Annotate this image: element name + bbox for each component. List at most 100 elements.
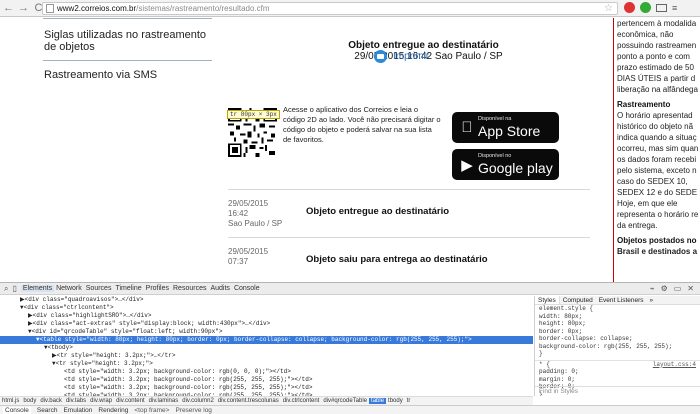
cast-icon[interactable] [656,3,667,12]
google-play-badge[interactable]: ▶ Disponível no Google play [452,149,559,180]
dom-node[interactable]: ▼<div class="ctrlcontent"> [0,304,533,312]
googleplay-small-text: Disponível no [478,152,512,159]
apple-icon:  [456,119,478,136]
devtools-tabs: Elements Network Sources Timeline Profiles Re… [20,285,262,292]
googleplay-big-text: Google play [478,160,553,177]
info-line: Hoje, em que ele [617,199,678,208]
close-icon[interactable]: ✕ [687,284,694,293]
print-icon [374,50,387,63]
event-time: 16:42 [228,209,249,218]
qr-instructions: Acesse o aplicativo dos Correios e leia … [283,105,441,144]
drawer-tab-emulation[interactable]: Emulation [63,407,92,414]
styles-rules: element.style { width: 80px; height: 80p… [535,305,700,396]
find-in-styles-input[interactable]: Find in Styles [535,386,700,396]
breadcrumb-item[interactable]: div.tabs [64,398,88,404]
dom-node[interactable]: <td style="width: 3.2px; background-colo… [0,376,533,384]
style-rule-line: * {layout.css:4 [535,359,700,369]
green-extension-icon[interactable] [640,2,651,13]
breadcrumb-item[interactable]: html.js [0,398,21,404]
drawer-tab-search[interactable]: Search [37,407,58,414]
breadcrumb-item[interactable]: tr [405,398,413,404]
console-toggle-icon[interactable]: ⌁ [650,284,655,293]
print-button[interactable]: Imprimir [374,50,429,63]
page-icon [46,4,54,13]
breadcrumb-item[interactable]: div.wrap [88,398,114,404]
info-line: possuindo rastreamen [617,41,697,50]
info-line: pertencem à modalida [617,19,697,28]
dock-icon[interactable]: ▭ [674,284,682,293]
breadcrumb-item[interactable]: tbody [386,398,405,404]
browser-toolbar: ← → C www2.correios.com.br/sistemas/rast… [0,0,700,17]
forward-button[interactable]: → [17,2,30,15]
drawer-tabs: Console Search Emulation Rendering [3,407,128,414]
dom-tree[interactable]: ▶<div class="quadroavisos">…</div> ▼<div … [0,296,533,396]
dom-node[interactable]: ▼<table style="width: 80px; height: 80px… [0,336,533,344]
info-heading-rastreamento: Rastreamento [617,100,671,109]
info-line: histórico do objeto nã [617,122,694,131]
devtools-panel: ⌕ ▯ Elements Network Sources Timeline Profil… [0,282,700,414]
breadcrumb-item[interactable]: div.back [38,398,64,404]
breadcrumb-item[interactable]: div#qrcodeTable [321,398,369,404]
styles-tab[interactable]: Computed [560,296,596,304]
style-source-link[interactable]: layout.css:4 [653,361,696,369]
style-rule-line: } [539,350,543,357]
tab-sources[interactable]: Sources [84,285,114,292]
tab-resources[interactable]: Resources [171,285,208,292]
info-line: representa o horário re [617,210,699,219]
styles-tab[interactable]: » [647,296,657,304]
dom-node[interactable]: ▼<tbody> [0,344,533,352]
style-rule-line: height: 80px; [539,320,586,327]
sidebar-item-siglas[interactable]: Siglas utilizadas no rastreamento de obj… [43,18,212,60]
google-play-icon: ▶ [461,156,473,174]
info-line: os dados foram recebi [617,155,697,164]
preserve-log-checkbox[interactable]: Preserve log [175,407,212,414]
menu-icon[interactable]: ≡ [672,3,677,13]
info-line: DIAS ÚTEIS a partir d [617,74,696,83]
app-store-badge[interactable]:  Disponível na App Store [452,112,559,143]
sidebar-item-sms[interactable]: Rastreamento via SMS [43,60,212,88]
dom-node[interactable]: <td style="width: 3.2px; background-colo… [0,368,533,376]
dom-node[interactable]: ▶<div class="act-extras" style="display:… [0,320,533,328]
dom-node[interactable]: ▶<div class="highlightSRO">…</div> [0,312,533,320]
dom-node[interactable]: ▼<div id="qrcodeTable" style="float:left… [0,328,533,336]
drawer-tab-rendering[interactable]: Rendering [98,407,128,414]
event-row: 29/05/2015 16:42 Sao Paulo / SP Objeto e… [228,189,590,237]
info-line: O horário apresentad [617,111,693,120]
address-bar[interactable]: www2.correios.com.br/sistemas/rastreamen… [42,2,618,15]
device-icon[interactable]: ▯ [12,284,16,294]
style-rule-line: width: 80px; [539,312,583,320]
event-place: Sao Paulo / SP [228,219,283,228]
tab-profiles[interactable]: Profiles [144,285,171,292]
styles-tab[interactable]: Styles [535,296,560,304]
frame-selector[interactable]: <top frame> [134,407,169,414]
event-row: 29/05/2015 07:37 Objeto saiu para entreg… [228,237,590,282]
dom-node[interactable]: ▶<div class="quadroavisos">…</div> [0,296,533,304]
tab-audits[interactable]: Audits [208,285,231,292]
style-rule-line: margin: 0; [539,375,576,383]
back-button[interactable]: ← [2,2,15,15]
opera-extension-icon[interactable] [624,2,635,13]
tab-console[interactable]: Console [232,285,262,292]
tab-timeline[interactable]: Timeline [113,285,143,292]
breadcrumb-item[interactable]: body [21,398,38,404]
breadcrumb-item[interactable]: div.column2 [180,398,216,404]
tab-elements[interactable]: Elements [20,285,55,292]
devtools-tabbar: ⌕ ▯ Elements Network Sources Timeline Profil… [0,283,700,295]
bookmark-star-icon[interactable]: ☆ [604,3,613,14]
drawer-tab-console[interactable]: Console [3,407,31,414]
dom-node[interactable]: ▼<tr style="height: 3.2px;"> [0,360,533,368]
tab-network[interactable]: Network [54,285,84,292]
gear-icon[interactable]: ⚙ [661,284,668,293]
breadcrumb-item[interactable]: div.laminas [147,398,181,404]
styles-tab[interactable]: Event Listeners [596,296,647,304]
search-icon[interactable]: ⌕ [4,284,8,294]
style-rule-line: border: 0px; [539,327,583,335]
breadcrumb-item[interactable]: table [369,398,387,404]
info-line: caso do SEDEX 10, [617,177,688,186]
breadcrumb-item[interactable]: div.content [114,398,147,404]
breadcrumb-item[interactable]: div.ctrlcontent [281,398,322,404]
event-status: Objeto saiu para entrega ao destinatário [306,254,488,265]
breadcrumb-item[interactable]: div.content.trescolunas [216,398,281,404]
dom-node[interactable]: ▶<tr style="height: 3.2px;">…</tr> [0,352,533,360]
dom-node[interactable]: <td style="width: 3.2px; background-colo… [0,384,533,392]
